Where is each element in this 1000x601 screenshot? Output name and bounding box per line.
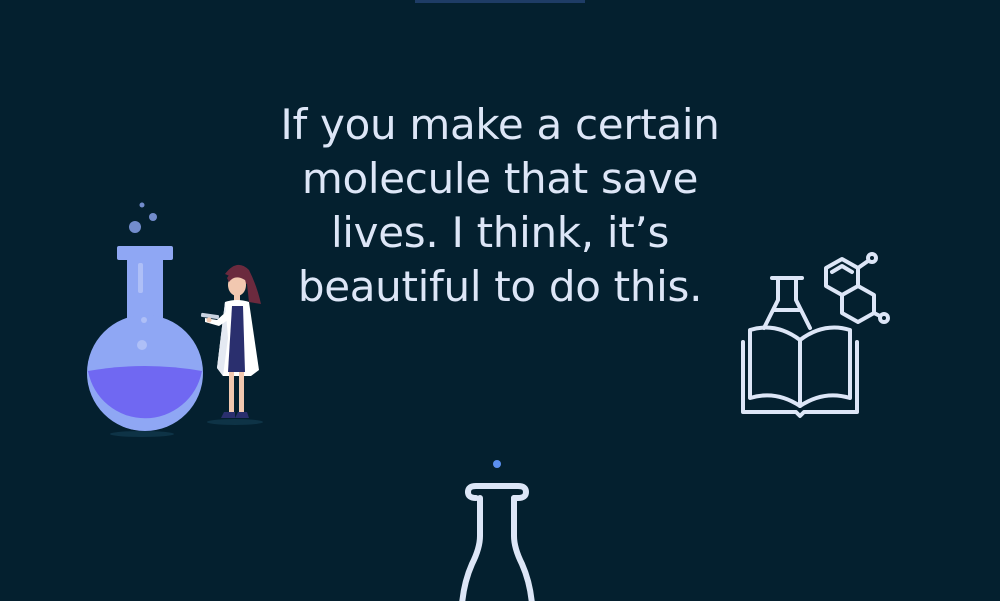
quote-text: If you make a certain molecule that save… bbox=[280, 100, 720, 311]
round-bottom-flask-icon bbox=[87, 202, 203, 437]
book-flask-molecule-icon bbox=[741, 252, 890, 418]
scientist-woman-illustration bbox=[200, 264, 263, 425]
top-accent-bar bbox=[415, 0, 585, 3]
erlenmeyer-flask-icon bbox=[459, 460, 535, 601]
